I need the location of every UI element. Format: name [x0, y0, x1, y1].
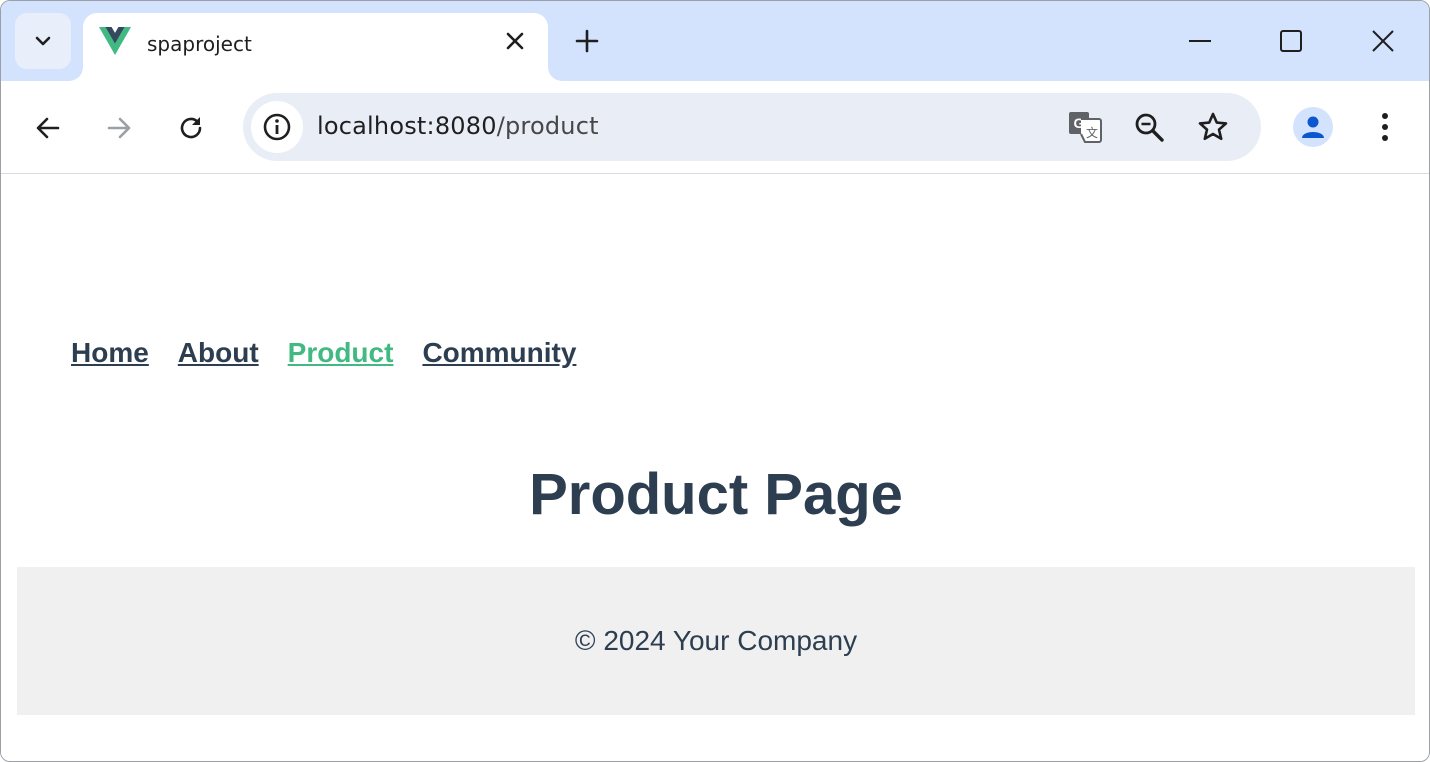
- active-tab[interactable]: spaproject: [83, 13, 548, 81]
- bookmark-button[interactable]: [1193, 107, 1233, 147]
- maximize-button[interactable]: [1268, 21, 1314, 61]
- back-icon: [36, 117, 60, 139]
- maximize-icon: [1280, 30, 1302, 52]
- bookmark-star-icon: [1198, 112, 1228, 141]
- nav-link-about[interactable]: About: [178, 337, 259, 369]
- close-icon: [506, 32, 524, 50]
- browser-window: spaproject localhost:8080/product G 文 Ho…: [0, 0, 1430, 762]
- back-button[interactable]: [26, 106, 70, 150]
- nav-link-community[interactable]: Community: [422, 337, 576, 369]
- zoom-icon: [1135, 113, 1164, 142]
- tab-search-button[interactable]: [15, 13, 71, 69]
- more-menu-icon: [1382, 113, 1388, 141]
- window-close-icon: [1372, 30, 1394, 52]
- site-info-button[interactable]: [251, 101, 303, 153]
- vue-logo-icon: [99, 27, 131, 55]
- new-tab-button[interactable]: [569, 23, 605, 59]
- plus-icon: [575, 29, 599, 53]
- more-menu-button[interactable]: [1365, 107, 1405, 147]
- page-footer: © 2024 Your Company: [17, 567, 1415, 715]
- nav-link-home[interactable]: Home: [71, 337, 149, 369]
- tab-strip: spaproject: [1, 1, 1429, 81]
- translate-button[interactable]: G 文: [1065, 107, 1105, 147]
- profile-icon: [1302, 116, 1324, 138]
- page-title: Product Page: [529, 462, 903, 527]
- page-content: Home About Product Community Product Pag…: [1, 175, 1429, 761]
- nav-link-product[interactable]: Product: [288, 337, 394, 369]
- tab-close-button[interactable]: [501, 27, 529, 55]
- minimize-icon: [1189, 40, 1211, 42]
- tab-search-icon: [35, 36, 51, 46]
- svg-text:文: 文: [1086, 125, 1098, 140]
- footer-copyright: © 2024 Your Company: [574, 625, 858, 656]
- zoom-button[interactable]: [1129, 107, 1169, 147]
- reload-button[interactable]: [169, 106, 213, 150]
- site-nav: Home About Product Community: [71, 337, 605, 369]
- browser-toolbar: localhost:8080/product G 文: [1, 81, 1429, 174]
- url-text: localhost:8080/product: [317, 112, 599, 140]
- forward-button[interactable]: [97, 106, 141, 150]
- profile-button[interactable]: [1293, 107, 1333, 147]
- window-close-button[interactable]: [1360, 21, 1406, 61]
- site-info-icon: [263, 113, 291, 141]
- address-bar[interactable]: localhost:8080/product G 文: [243, 93, 1261, 161]
- tab-title: spaproject: [147, 32, 252, 56]
- translate-icon: G 文: [1069, 112, 1102, 143]
- url-host: localhost:8080: [317, 112, 497, 140]
- reload-icon: [180, 117, 202, 139]
- url-path: /product: [496, 112, 599, 140]
- minimize-button[interactable]: [1177, 21, 1223, 61]
- forward-icon: [107, 117, 131, 139]
